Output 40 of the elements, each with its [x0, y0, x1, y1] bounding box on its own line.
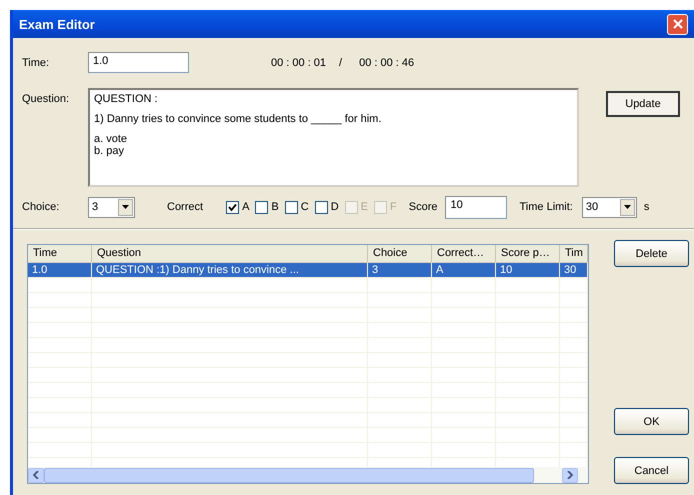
table-cell: 1.0 [28, 263, 92, 277]
time-limit-dropdown[interactable]: 30 [582, 196, 637, 218]
time-field[interactable]: 1.0 [88, 52, 189, 73]
score-label: Score [408, 201, 438, 213]
column-header[interactable]: Choice [368, 245, 432, 262]
score-field[interactable]: 10 [445, 196, 508, 218]
column-header[interactable]: Correct… [432, 245, 496, 262]
current-time: 00 : 00 : 01 [271, 56, 326, 68]
scroll-thumb[interactable] [44, 468, 534, 482]
horizontal-scrollbar[interactable] [28, 467, 588, 483]
window-title: Exam Editor [19, 16, 96, 32]
seconds-unit: s [644, 201, 650, 213]
column-header[interactable]: Question [92, 245, 368, 262]
cancel-button[interactable]: Cancel [614, 457, 689, 484]
close-button[interactable] [667, 14, 688, 34]
scroll-left-icon[interactable] [28, 468, 44, 482]
scroll-right-icon[interactable] [562, 468, 578, 482]
table-cell: QUESTION :1) Danny tries to convince ... [92, 263, 368, 277]
column-header[interactable]: Time [28, 245, 92, 262]
correct-label: Correct [167, 201, 204, 213]
delete-button[interactable]: Delete [614, 240, 689, 267]
table-row[interactable]: 1.0 QUESTION :1) Danny tries to convince ... 3 A 10 30 [28, 263, 588, 278]
table-cell: 10 [496, 263, 560, 277]
time-separator: / [339, 56, 342, 68]
update-button[interactable]: Update [606, 91, 680, 117]
question-field[interactable]: QUESTION : 1) Danny tries to convince some students to _____ for him. a. vote b. pay [88, 88, 579, 187]
close-icon [672, 18, 684, 30]
column-header[interactable]: Tim [560, 245, 588, 262]
question-label: Question: [22, 93, 70, 105]
column-header[interactable]: Score p… [496, 245, 560, 262]
table-cell: A [432, 263, 496, 277]
table-cell: 3 [368, 263, 432, 277]
choice-label: Choice: [22, 201, 60, 213]
ok-button[interactable]: OK [614, 408, 689, 435]
total-time: 00 : 00 : 46 [359, 56, 414, 68]
checkmark-icon [228, 202, 238, 212]
time-label: Time: [22, 56, 50, 68]
choice-dropdown[interactable]: 3 [88, 196, 135, 218]
time-limit-label: Time Limit: [519, 201, 573, 213]
table-cell: 30 [560, 263, 588, 277]
